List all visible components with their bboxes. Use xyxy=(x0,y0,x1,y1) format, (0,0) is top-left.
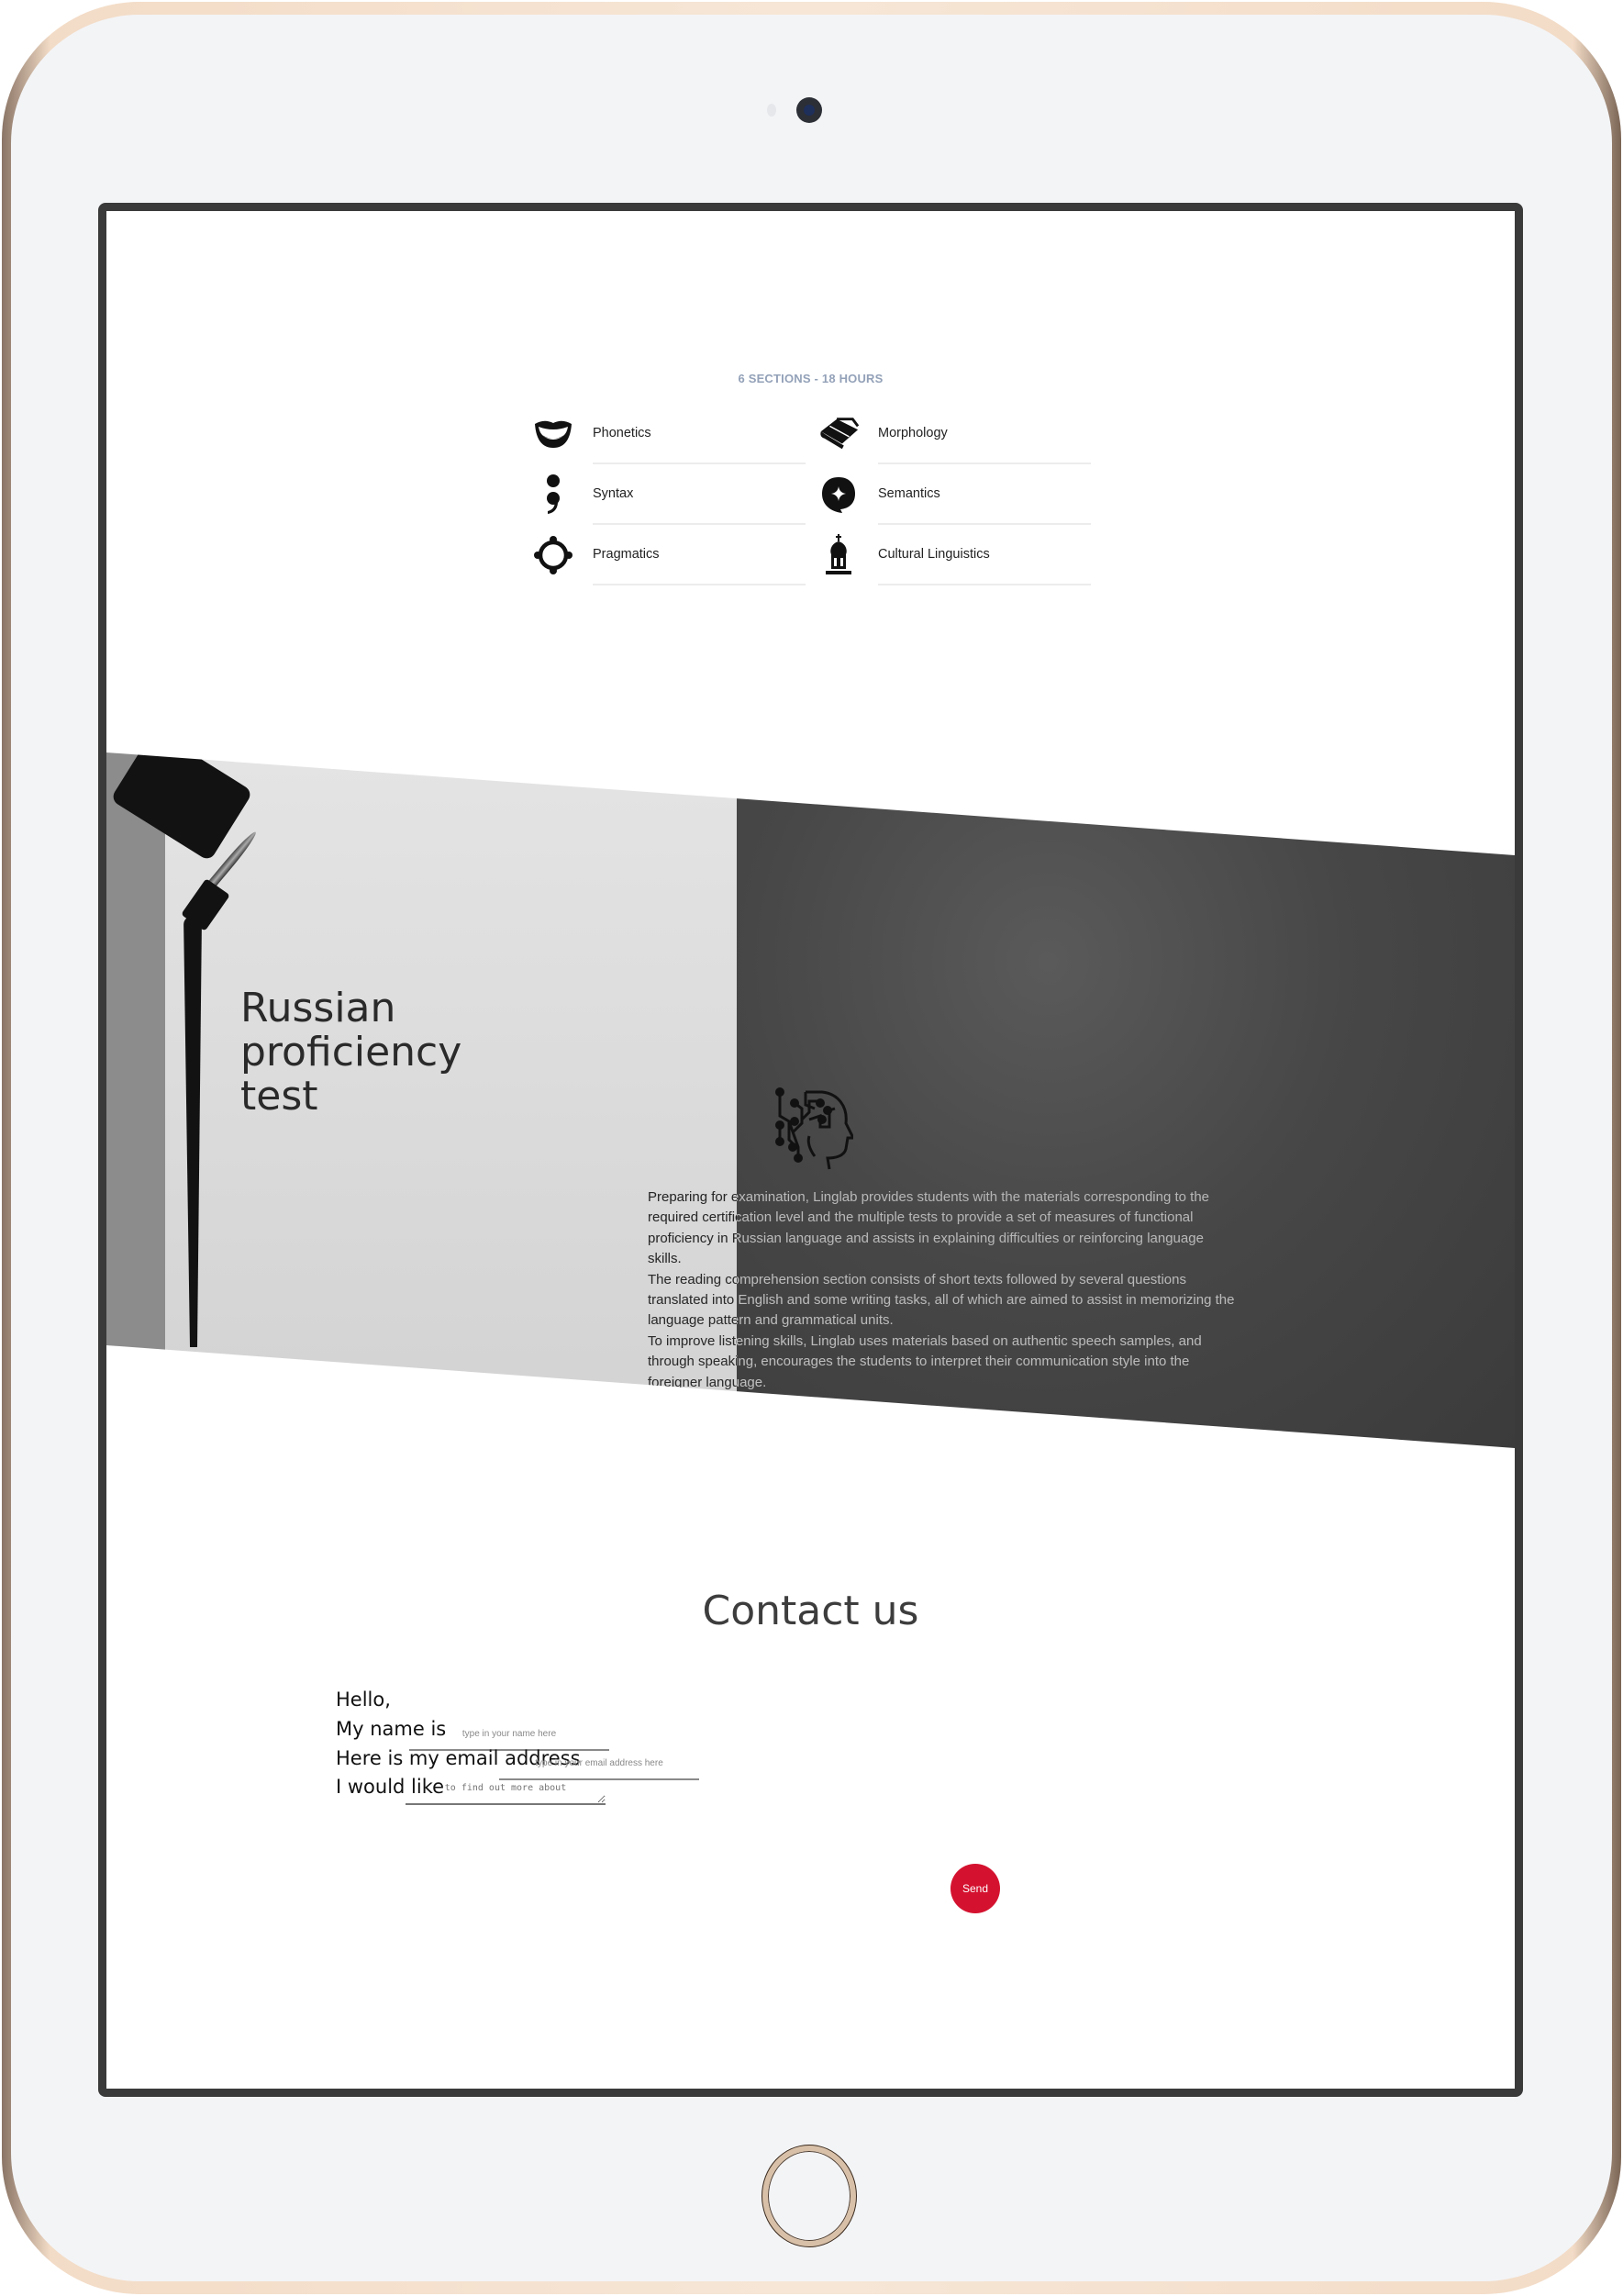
dip-pen xyxy=(183,916,202,1347)
divider xyxy=(593,584,806,585)
speech-bubble-sparkle-icon xyxy=(817,475,860,514)
section-item-pragmatics[interactable]: Pragmatics xyxy=(532,525,817,585)
section-label: Pragmatics xyxy=(593,547,660,562)
sections-summary: 6 SECTIONS - 18 HOURS xyxy=(738,372,884,385)
message-textarea[interactable] xyxy=(406,1783,606,1805)
lips-icon xyxy=(532,415,574,453)
email-input[interactable] xyxy=(499,1753,699,1780)
section-item-syntax[interactable]: Syntax xyxy=(532,464,817,525)
web-page: 6 SECTIONS - 18 HOURS Phonetics Syntax P… xyxy=(106,211,1515,2089)
send-button[interactable]: Send xyxy=(950,1864,1000,1913)
divider xyxy=(878,584,1091,585)
learn-more-button[interactable]: LEARN MORE xyxy=(761,1457,861,1483)
section-label: Phonetics xyxy=(593,426,651,440)
section-item-morphology[interactable]: Morphology xyxy=(817,404,1102,464)
section-label: Cultural Linguistics xyxy=(878,547,990,562)
section-label: Semantics xyxy=(878,486,940,501)
banner-title: Russian proficiency test xyxy=(240,985,462,1120)
target-icon xyxy=(532,536,574,574)
section-label: Syntax xyxy=(593,486,634,501)
contact-title: Contact us xyxy=(702,1588,919,1634)
ai-head-circuit-icon xyxy=(775,1087,853,1170)
section-item-cultural-linguistics[interactable]: Cultural Linguistics xyxy=(817,525,1102,585)
book-icon xyxy=(817,415,860,453)
section-item-semantics[interactable]: Semantics xyxy=(817,464,1102,525)
proficiency-test-banner: Russian proficiency test Preparing for e… xyxy=(106,752,1515,1450)
front-camera-icon xyxy=(796,97,822,123)
greeting-text: Hello, xyxy=(336,1689,391,1711)
church-dome-icon xyxy=(817,534,860,574)
banner-description: Preparing for examination, Linglab provi… xyxy=(648,1189,1235,1390)
light-sensor xyxy=(767,104,776,117)
section-item-phonetics[interactable]: Phonetics xyxy=(532,404,817,464)
home-button[interactable] xyxy=(762,2146,856,2246)
semicolon-icon xyxy=(532,474,574,514)
section-label: Morphology xyxy=(878,426,948,440)
